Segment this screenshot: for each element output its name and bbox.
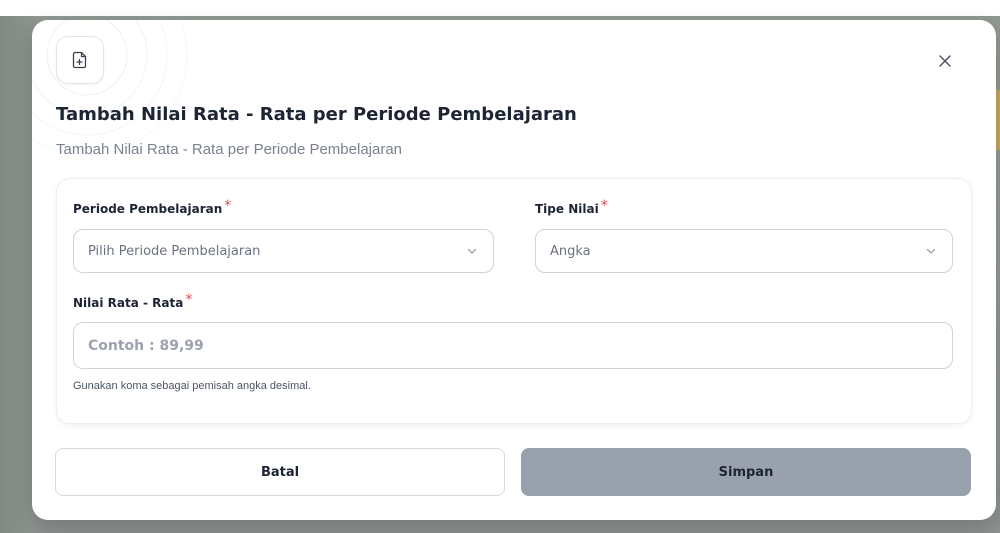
nilai-rata-rata-input[interactable] [73,322,953,369]
save-button[interactable]: Simpan [521,448,971,496]
file-plus-icon [72,51,87,69]
header-icon-badge [56,36,104,84]
periode-select-value: Pilih Periode Pembelajaran [88,243,261,259]
close-icon [939,55,951,67]
tipe-nilai-label-row: Tipe Nilai * [535,198,608,217]
nilai-label: Nilai Rata - Rata [73,296,184,310]
periode-select[interactable]: Pilih Periode Pembelajaran [73,229,494,273]
page-top-strip [0,0,1000,16]
required-mark: * [600,198,608,214]
form-card: Periode Pembelajaran * Pilih Periode Pemb… [56,178,972,424]
decimal-hint: Gunakan koma sebagai pemisah angka desim… [73,380,311,392]
modal-subtitle: Tambah Nilai Rata - Rata per Periode Pem… [56,141,403,158]
required-mark: * [185,292,193,308]
cancel-button[interactable]: Batal [55,448,505,496]
close-button[interactable] [934,50,956,72]
add-average-score-modal: Tambah Nilai Rata - Rata per Periode Pem… [32,20,996,520]
tipe-nilai-select-value: Angka [550,243,591,259]
chevron-down-icon [924,244,938,258]
tipe-nilai-select[interactable]: Angka [535,229,953,273]
periode-label: Periode Pembelajaran [73,202,223,216]
backdrop-left-edge [0,16,34,533]
chevron-down-icon [465,244,479,258]
required-mark: * [224,198,232,214]
tipe-nilai-label: Tipe Nilai [535,202,599,216]
modal-title: Tambah Nilai Rata - Rata per Periode Pem… [56,104,577,125]
nilai-label-row: Nilai Rata - Rata * [73,292,193,311]
periode-label-row: Periode Pembelajaran * [73,198,232,217]
